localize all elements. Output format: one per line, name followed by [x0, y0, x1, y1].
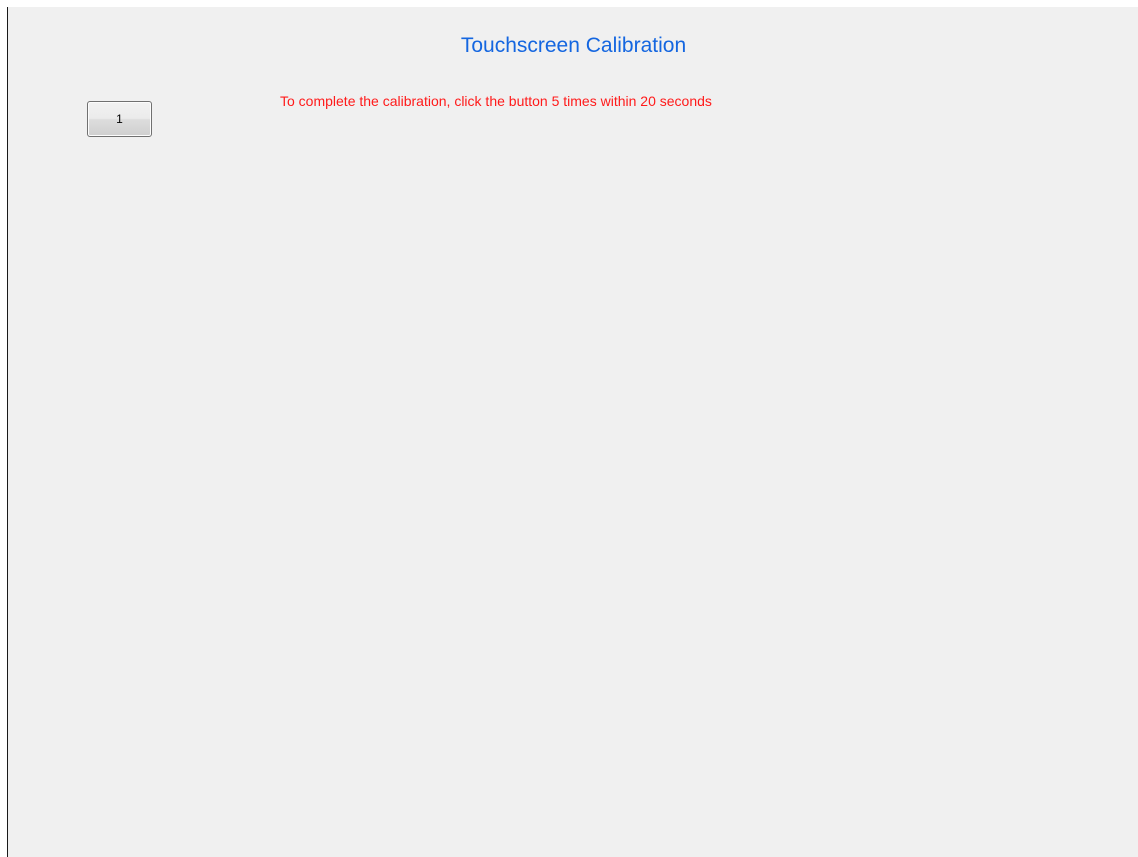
calibration-target-button[interactable]: 1: [87, 101, 152, 137]
page-title: Touchscreen Calibration: [460, 34, 687, 57]
calibration-instruction: To complete the calibration, click the b…: [280, 93, 712, 109]
calibration-button-label: 1: [116, 112, 123, 126]
calibration-window: Touchscreen Calibration To complete the …: [7, 7, 1138, 857]
